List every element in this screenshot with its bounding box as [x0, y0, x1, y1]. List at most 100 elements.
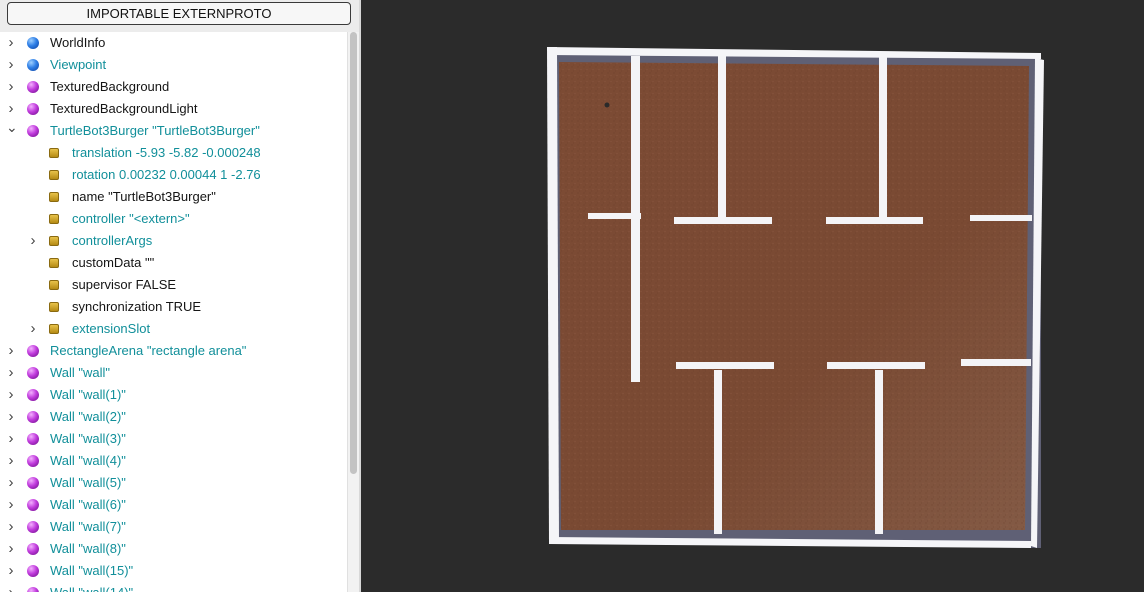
tree-item[interactable]: › Wall "wall(3)" [0, 428, 347, 450]
tree-item-label: Wall "wall(6)" [50, 497, 126, 512]
chevron-right-icon[interactable]: › [6, 428, 16, 450]
tree-item[interactable]: synchronization TRUE [0, 296, 347, 318]
tree-item[interactable]: › Wall "wall" [0, 362, 347, 384]
tree-item-label: Wall "wall" [50, 365, 111, 380]
chevron-right-icon[interactable]: › [6, 450, 16, 472]
chevron-right-icon[interactable]: › [28, 318, 38, 340]
tree-item-label: name "TurtleBot3Burger" [72, 189, 216, 204]
tree-item[interactable]: › controllerArgs [0, 230, 347, 252]
chevron-right-icon[interactable]: › [6, 76, 16, 98]
chevron-down-icon[interactable]: ⌄ [6, 120, 18, 142]
tree-item[interactable]: ⌄ TurtleBot3Burger "TurtleBot3Burger" [0, 120, 347, 142]
purple-sphere-icon [27, 433, 39, 445]
purple-sphere-icon [27, 499, 39, 511]
chevron-right-icon[interactable]: › [28, 230, 38, 252]
tree-item[interactable]: rotation 0.00232 0.00044 1 -2.76 [0, 164, 347, 186]
tree-item-label: Wall "wall(15)" [50, 563, 134, 578]
purple-sphere-icon [27, 389, 39, 401]
tree-item[interactable]: › Wall "wall(4)" [0, 450, 347, 472]
tree-item[interactable]: customData "" [0, 252, 347, 274]
tree-item[interactable]: › Wall "wall(7)" [0, 516, 347, 538]
purple-sphere-icon [27, 345, 39, 357]
inner-wall [875, 370, 883, 534]
tree-item[interactable]: › WorldInfo [0, 32, 347, 54]
inner-wall [674, 217, 772, 224]
scene-tree-scrollbar[interactable] [347, 32, 359, 592]
chevron-right-icon[interactable]: › [6, 406, 16, 428]
field-icon [49, 324, 59, 334]
tree-item-label: customData "" [72, 255, 155, 270]
tree-item-label: TurtleBot3Burger "TurtleBot3Burger" [50, 123, 260, 138]
inner-wall [961, 359, 1031, 366]
tree-item-label: Wall "wall(3)" [50, 431, 126, 446]
tree-item[interactable]: supervisor FALSE [0, 274, 347, 296]
chevron-right-icon[interactable]: › [6, 494, 16, 516]
chevron-right-icon[interactable]: › [6, 98, 16, 120]
purple-sphere-icon [27, 103, 39, 115]
purple-sphere-icon [27, 125, 39, 137]
inner-wall [676, 362, 774, 369]
chevron-right-icon[interactable]: › [6, 472, 16, 494]
tree-item[interactable]: › Wall "wall(6)" [0, 494, 347, 516]
chevron-right-icon[interactable]: › [6, 340, 16, 362]
inner-wall [826, 217, 923, 224]
tree-item-label: Wall "wall(4)" [50, 453, 126, 468]
tree-item-label: Wall "wall(1)" [50, 387, 126, 402]
field-icon [49, 170, 59, 180]
tree-item-label: controller "<extern>" [72, 211, 190, 226]
field-icon [49, 236, 59, 246]
purple-sphere-icon [27, 587, 39, 592]
purple-sphere-icon [27, 543, 39, 555]
field-icon [49, 214, 59, 224]
tree-item-label: TexturedBackground [50, 79, 170, 94]
tree-item[interactable]: › TexturedBackground [0, 76, 347, 98]
turtlebot-robot[interactable] [604, 102, 610, 108]
tree-item[interactable]: controller "<extern>" [0, 208, 347, 230]
tree-item[interactable]: › Wall "wall(14)" [0, 582, 347, 592]
field-icon [49, 258, 59, 268]
chevron-right-icon[interactable]: › [6, 582, 16, 592]
tree-item[interactable]: name "TurtleBot3Burger" [0, 186, 347, 208]
tree-item[interactable]: › RectangleArena "rectangle arena" [0, 340, 347, 362]
scene-tree-panel: IMPORTABLE EXTERNPROTO › WorldInfo › Viewpo… [0, 0, 359, 592]
inner-wall [827, 362, 925, 369]
rectangle-arena-view [547, 47, 1044, 548]
inner-wall [588, 213, 641, 219]
tree-item-label: synchronization TRUE [72, 299, 202, 314]
chevron-right-icon[interactable]: › [6, 32, 16, 54]
tree-item-label: Wall "wall(8)" [50, 541, 126, 556]
chevron-right-icon[interactable]: › [6, 362, 16, 384]
chevron-right-icon[interactable]: › [6, 384, 16, 406]
tree-item[interactable]: › TexturedBackgroundLight [0, 98, 347, 120]
scene-tree-toolbar: IMPORTABLE EXTERNPROTO [0, 0, 359, 32]
purple-sphere-icon [27, 455, 39, 467]
purple-sphere-icon [27, 521, 39, 533]
chevron-right-icon[interactable]: › [6, 538, 16, 560]
tree-item[interactable]: › Wall "wall(15)" [0, 560, 347, 582]
blue-sphere-icon [27, 37, 39, 49]
field-icon [49, 302, 59, 312]
inner-wall [714, 370, 722, 534]
tree-item[interactable]: › Wall "wall(1)" [0, 384, 347, 406]
tree-item[interactable]: › Wall "wall(5)" [0, 472, 347, 494]
tree-item[interactable]: › Viewpoint [0, 54, 347, 76]
tree-item-label: translation -5.93 -5.82 -0.000248 [72, 145, 261, 160]
tree-item[interactable]: › Wall "wall(8)" [0, 538, 347, 560]
importable-externproto-button[interactable]: IMPORTABLE EXTERNPROTO [7, 2, 351, 25]
inner-wall [970, 215, 1032, 221]
scrollbar-thumb[interactable] [350, 32, 357, 474]
chevron-right-icon[interactable]: › [6, 54, 16, 76]
3d-viewport[interactable] [361, 0, 1144, 592]
tree-item-label: Wall "wall(14)" [50, 582, 133, 592]
tree-item-label: Wall "wall(5)" [50, 475, 126, 490]
inner-wall [718, 56, 726, 218]
tree-item-label: controllerArgs [72, 233, 153, 248]
tree-item[interactable]: › Wall "wall(2)" [0, 406, 347, 428]
tree-item[interactable]: › extensionSlot [0, 318, 347, 340]
tree-item[interactable]: translation -5.93 -5.82 -0.000248 [0, 142, 347, 164]
chevron-right-icon[interactable]: › [6, 560, 16, 582]
blue-sphere-icon [27, 59, 39, 71]
tree-item-label: TexturedBackgroundLight [50, 101, 198, 116]
chevron-right-icon[interactable]: › [6, 516, 16, 538]
field-icon [49, 148, 59, 158]
